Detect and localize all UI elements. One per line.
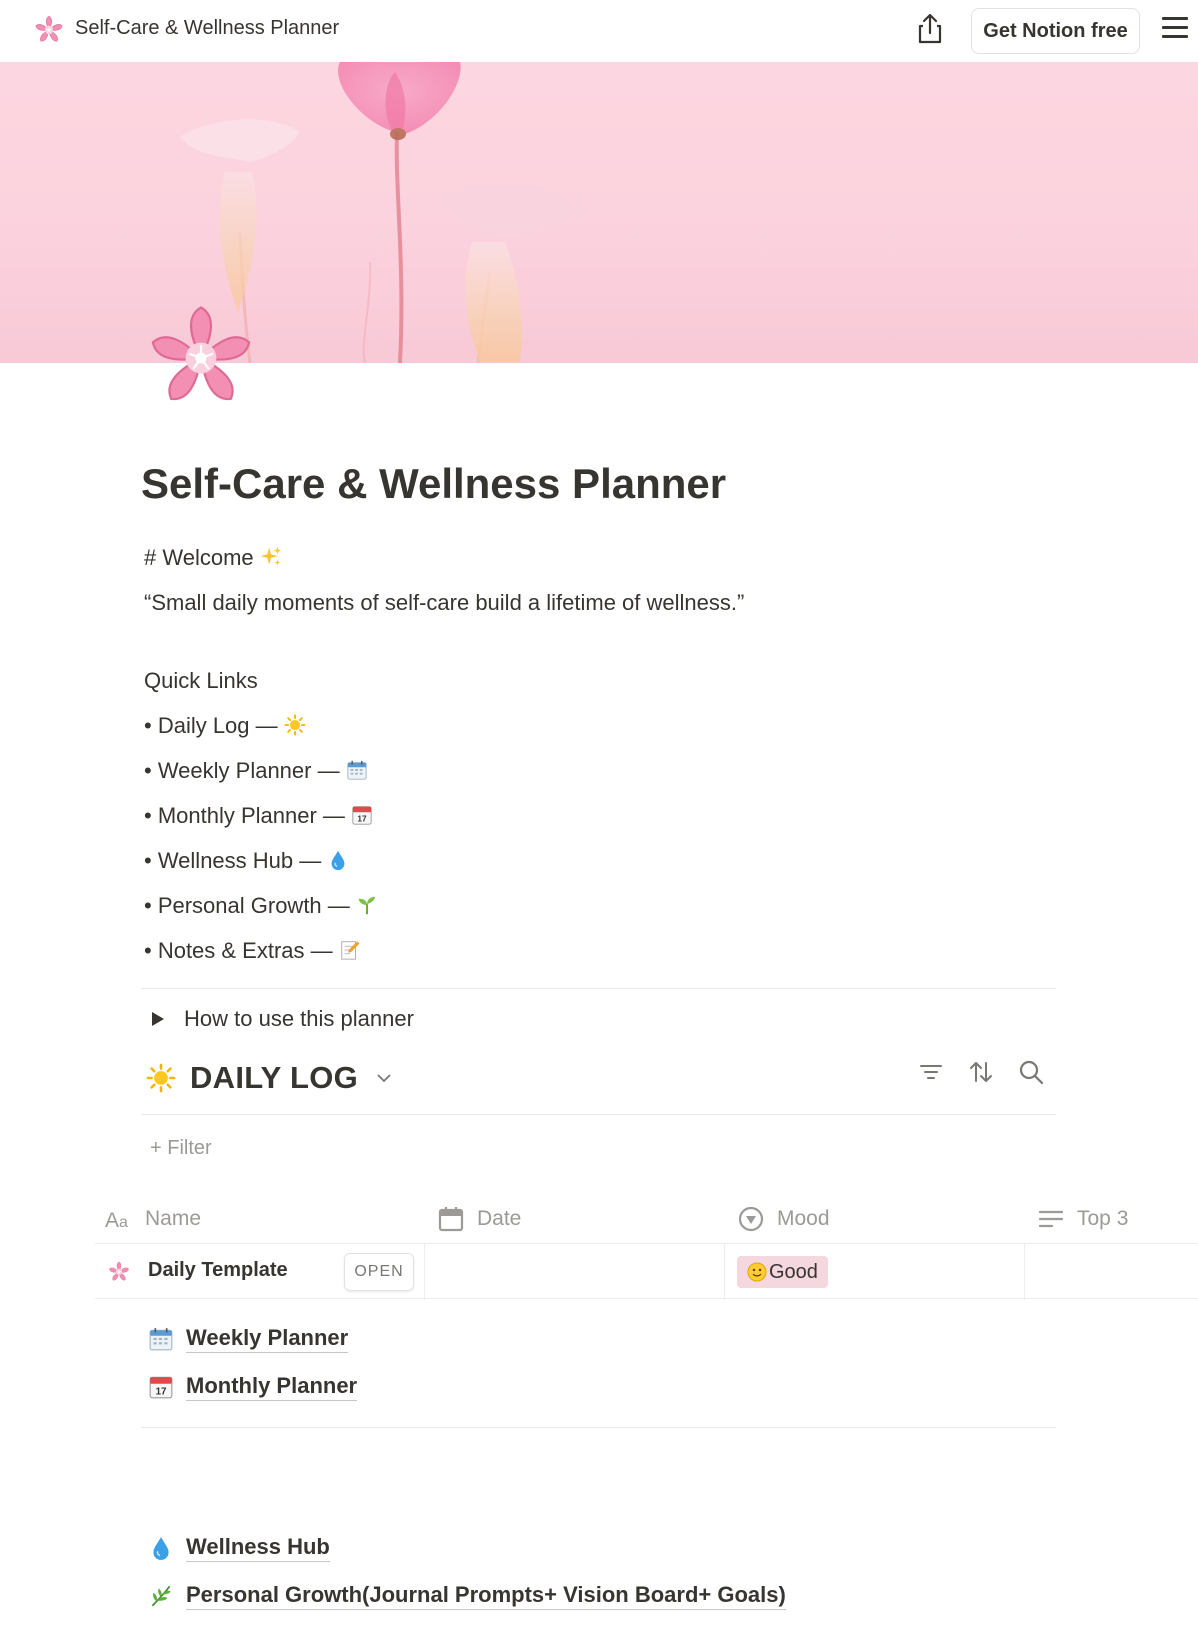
droplet-icon	[148, 1535, 174, 1561]
database-divider	[141, 1114, 1056, 1115]
search-icon[interactable]	[1018, 1059, 1044, 1085]
link-label: Weekly Planner	[186, 1325, 349, 1353]
quick-link-daily-log[interactable]: • Daily Log —	[144, 713, 306, 739]
open-row-button[interactable]: OPEN	[344, 1253, 414, 1291]
divider	[141, 1427, 1056, 1428]
quick-link-notes-extras[interactable]: • Notes & Extras —	[144, 938, 361, 964]
database-title[interactable]: DAILY LOG	[190, 1060, 358, 1096]
cherry-blossom-icon	[108, 1261, 130, 1283]
filter-icon[interactable]	[918, 1059, 944, 1085]
share-icon[interactable]	[914, 12, 946, 46]
quick-link-personal-growth[interactable]: • Personal Growth —	[144, 893, 378, 919]
toggle-triangle-icon[interactable]	[152, 1012, 164, 1026]
calendar-icon	[438, 1207, 464, 1232]
calendar-icon	[148, 1326, 174, 1352]
mood-tag[interactable]: Good	[737, 1256, 828, 1288]
column-header-name[interactable]: Aa Name	[105, 1195, 201, 1243]
text-aa-icon: Aa	[105, 1209, 128, 1232]
database-toolbar	[918, 1059, 1044, 1085]
quick-link-label: • Monthly Planner —	[144, 803, 345, 828]
column-header-mood[interactable]: Mood	[737, 1195, 830, 1243]
column-header-top3[interactable]: Top 3	[1037, 1195, 1128, 1243]
link-label: Monthly Planner	[186, 1373, 358, 1401]
link-label: Personal Growth(Journal Prompts+ Vision …	[186, 1582, 786, 1610]
svg-text:a: a	[119, 1214, 128, 1231]
cell-divider	[724, 1244, 725, 1300]
hamburger-menu-icon[interactable]	[1162, 17, 1188, 41]
sun-icon	[284, 714, 306, 736]
top-bar-title[interactable]: Self-Care & Wellness Planner	[75, 17, 339, 40]
page-title[interactable]: Self-Care & Wellness Planner	[141, 460, 726, 508]
quick-link-monthly-planner[interactable]: • Monthly Planner —	[144, 803, 373, 829]
quick-link-label: • Wellness Hub —	[144, 848, 322, 873]
link-wellness-hub[interactable]: Wellness Hub	[148, 1534, 330, 1562]
calendar-icon	[346, 759, 368, 781]
sort-icon[interactable]	[968, 1059, 994, 1085]
sun-icon	[146, 1063, 176, 1093]
column-header-date[interactable]: Date	[437, 1195, 521, 1243]
quote-text: “Small daily moments of self-care build …	[144, 590, 745, 615]
slightly-smiling-face-icon	[747, 1262, 767, 1282]
link-label: Wellness Hub	[186, 1534, 330, 1562]
database-header: DAILY LOG	[146, 1060, 392, 1096]
quick-link-label: • Weekly Planner —	[144, 758, 340, 783]
welcome-line: # Welcome	[144, 545, 282, 571]
cell-divider	[1024, 1244, 1025, 1300]
quick-links-heading: Quick Links	[144, 668, 258, 693]
get-notion-free-button[interactable]: Get Notion free	[971, 8, 1140, 54]
link-weekly-planner[interactable]: Weekly Planner	[148, 1325, 349, 1353]
table-header: Aa Name Date Mood Top 3	[95, 1195, 1198, 1243]
mood-value: Good	[769, 1260, 818, 1283]
memo-icon	[339, 939, 361, 961]
cherry-blossom-icon[interactable]	[34, 15, 64, 45]
date-calendar-icon	[148, 1374, 174, 1400]
quick-link-label: • Notes & Extras —	[144, 938, 333, 963]
column-label: Date	[477, 1207, 522, 1230]
quick-link-label: • Daily Log —	[144, 713, 278, 738]
quick-link-label: • Personal Growth —	[144, 893, 350, 918]
chevron-down-icon[interactable]	[376, 1070, 392, 1086]
table-row[interactable]: Daily Template OPEN Good	[95, 1243, 1198, 1300]
sparkles-icon	[260, 546, 281, 566]
droplet-icon	[327, 849, 349, 871]
status-icon	[738, 1206, 764, 1232]
welcome-text: # Welcome	[144, 545, 254, 570]
add-filter-button[interactable]: + Filter	[150, 1137, 212, 1160]
herb-icon	[148, 1583, 174, 1609]
quick-link-weekly-planner[interactable]: • Weekly Planner —	[144, 758, 368, 784]
column-label: Top 3	[1077, 1207, 1129, 1230]
link-personal-growth[interactable]: Personal Growth(Journal Prompts+ Vision …	[148, 1582, 786, 1610]
svg-text:A: A	[105, 1209, 119, 1232]
cell-divider	[424, 1244, 425, 1300]
column-label: Name	[145, 1207, 202, 1230]
column-label: Mood	[777, 1207, 830, 1230]
top-bar: Self-Care & Wellness Planner Get Notion …	[0, 0, 1198, 62]
date-calendar-icon	[351, 804, 373, 826]
toggle-label: How to use this planner	[184, 1006, 414, 1031]
quick-link-wellness-hub[interactable]: • Wellness Hub —	[144, 848, 349, 874]
seedling-icon	[356, 894, 378, 916]
lines-icon	[1038, 1210, 1064, 1228]
page-cherry-blossom-icon[interactable]	[146, 303, 256, 413]
divider	[141, 988, 1056, 989]
row-name[interactable]: Daily Template	[148, 1259, 288, 1282]
toggle-how-to-use[interactable]: How to use this planner	[152, 1006, 414, 1032]
link-monthly-planner[interactable]: Monthly Planner	[148, 1373, 358, 1401]
